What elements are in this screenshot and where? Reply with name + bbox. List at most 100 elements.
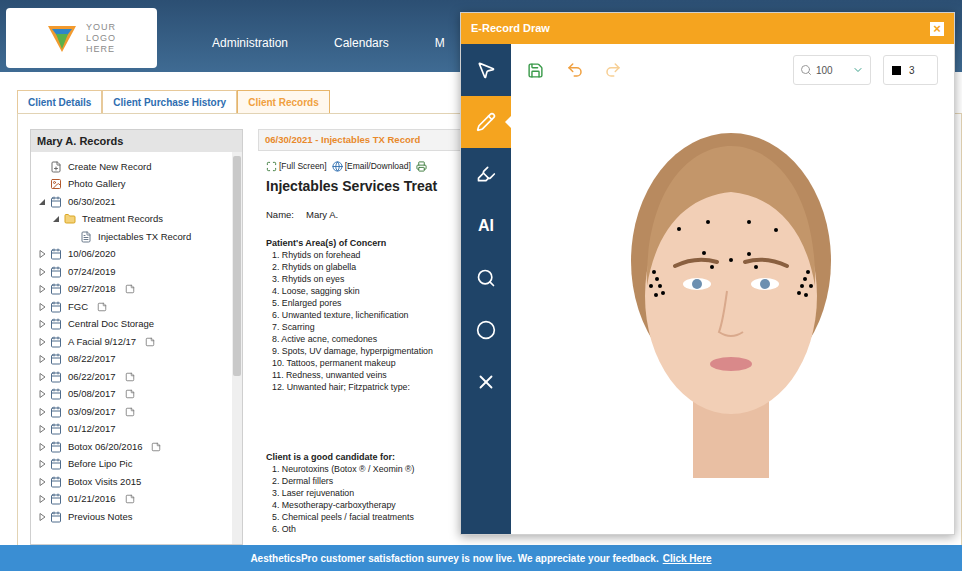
injection-point[interactable] <box>702 251 706 255</box>
injection-point[interactable] <box>747 252 751 256</box>
tree-item[interactable]: 01/12/2017 <box>35 421 232 439</box>
injection-point[interactable] <box>652 270 656 274</box>
nav-item[interactable]: Calendars <box>334 34 389 52</box>
scrollbar[interactable] <box>232 152 242 544</box>
face-chart-drawing[interactable] <box>511 96 954 536</box>
collapsed-icon[interactable] <box>37 477 47 487</box>
injection-point[interactable] <box>661 291 665 295</box>
collapsed-icon[interactable] <box>37 512 47 522</box>
injection-point[interactable] <box>800 284 804 288</box>
note-icon[interactable] <box>125 407 135 417</box>
collapsed-icon[interactable] <box>37 354 47 364</box>
tool-button[interactable] <box>461 148 511 200</box>
close-button[interactable]: × <box>930 22 944 36</box>
tool-button[interactable]: AI <box>461 200 511 252</box>
tree-item[interactable]: 10/06/2020 <box>35 246 232 264</box>
collapsed-icon[interactable] <box>37 267 47 277</box>
tool-button[interactable] <box>461 304 511 356</box>
tab[interactable]: Client Purchase History <box>102 90 237 113</box>
collapsed-icon[interactable] <box>37 372 47 382</box>
save-icon[interactable] <box>527 62 544 79</box>
tree-item[interactable]: 09/27/2018 <box>35 281 232 299</box>
tree-item[interactable]: FGC <box>35 298 232 316</box>
survey-link[interactable]: Click Here <box>663 551 712 566</box>
tree-item[interactable]: 06/30/2021 <box>35 193 232 211</box>
injection-point[interactable] <box>803 277 807 281</box>
note-icon[interactable] <box>151 442 161 452</box>
candidate-item: 5. Chemical peels / facial treatments <box>272 511 460 523</box>
injection-point[interactable] <box>655 277 659 281</box>
tree-item[interactable]: Before Lipo Pic <box>35 456 232 474</box>
injection-point[interactable] <box>658 284 662 288</box>
undo-icon[interactable] <box>566 61 584 79</box>
note-icon[interactable] <box>125 494 135 504</box>
tree-item[interactable]: A Facial 9/12/17 <box>35 333 232 351</box>
tree-item[interactable]: Central Doc Storage <box>35 316 232 334</box>
tool-button[interactable] <box>461 44 511 96</box>
injection-point[interactable] <box>809 284 813 288</box>
collapsed-icon[interactable] <box>37 442 47 452</box>
expanded-icon[interactable] <box>51 214 61 224</box>
print-icon[interactable] <box>416 161 427 172</box>
tree-item[interactable]: Photo Gallery <box>35 176 232 194</box>
note-icon[interactable] <box>125 372 135 382</box>
draw-canvas[interactable] <box>511 96 954 534</box>
scrollbar-thumb[interactable] <box>233 156 241 376</box>
injection-point[interactable] <box>649 284 653 288</box>
draw-window[interactable]: E-Record Draw× AI 100 3 <box>460 12 955 535</box>
nav-item[interactable]: Administration <box>212 34 288 52</box>
tool-button[interactable] <box>461 252 511 304</box>
tab[interactable]: Client Details <box>17 90 102 113</box>
tool-button[interactable] <box>461 96 511 148</box>
stroke-select[interactable]: 3 <box>883 55 938 85</box>
collapsed-icon[interactable] <box>37 424 47 434</box>
logo[interactable]: YOURLOGOHERE <box>6 8 157 68</box>
injection-point[interactable] <box>747 220 751 224</box>
nav-item[interactable]: M <box>435 34 445 52</box>
collapsed-icon[interactable] <box>37 249 47 259</box>
tree-item[interactable]: 03/09/2017 <box>35 403 232 421</box>
note-icon[interactable] <box>125 284 135 294</box>
injection-point[interactable] <box>754 265 758 269</box>
record-action[interactable]: [Full Screen] <box>266 160 327 173</box>
injection-point[interactable] <box>677 227 681 231</box>
injection-point[interactable] <box>706 220 710 224</box>
tree-item[interactable]: 07/24/2019 <box>35 263 232 281</box>
collapsed-icon[interactable] <box>37 389 47 399</box>
expanded-icon[interactable] <box>37 197 47 207</box>
tab[interactable]: Client Records <box>237 90 330 113</box>
note-icon[interactable] <box>97 302 107 312</box>
injection-point[interactable] <box>774 228 778 232</box>
tree-item[interactable]: Create New Record <box>35 158 232 176</box>
collapsed-icon[interactable] <box>37 494 47 504</box>
collapsed-icon[interactable] <box>37 337 47 347</box>
zoom-select[interactable]: 100 <box>793 55 871 85</box>
collapsed-icon[interactable] <box>37 407 47 417</box>
redo-icon[interactable] <box>604 61 622 79</box>
concern-item: 4. Loose, sagging skin <box>272 285 460 297</box>
injection-point[interactable] <box>804 293 808 297</box>
tree-item[interactable]: Previous Notes <box>35 508 232 526</box>
tree-item[interactable]: 08/22/2017 <box>35 351 232 369</box>
tree-item[interactable]: Botox 06/20/2016 <box>35 438 232 456</box>
collapsed-icon[interactable] <box>37 459 47 469</box>
injection-point[interactable] <box>806 270 810 274</box>
tree-item[interactable]: 05/08/2017 <box>35 386 232 404</box>
injection-point[interactable] <box>654 293 658 297</box>
injection-point[interactable] <box>729 258 733 262</box>
tree-item[interactable]: Botox Visits 2015 <box>35 473 232 491</box>
draw-window-titlebar[interactable]: E-Record Draw× <box>461 13 954 44</box>
injection-point[interactable] <box>797 291 801 295</box>
collapsed-icon[interactable] <box>37 319 47 329</box>
record-action[interactable]: [Email/Download] <box>332 160 411 173</box>
collapsed-icon[interactable] <box>37 284 47 294</box>
injection-point[interactable] <box>710 265 714 269</box>
tree-item[interactable]: Injectables TX Record <box>35 228 232 246</box>
note-icon[interactable] <box>145 337 155 347</box>
note-icon[interactable] <box>125 389 135 399</box>
tree-item[interactable]: 01/21/2016 <box>35 491 232 509</box>
tree-item[interactable]: 06/22/2017 <box>35 368 232 386</box>
collapsed-icon[interactable] <box>37 302 47 312</box>
tree-item[interactable]: Treatment Records <box>35 211 232 229</box>
tool-button[interactable] <box>461 356 511 408</box>
